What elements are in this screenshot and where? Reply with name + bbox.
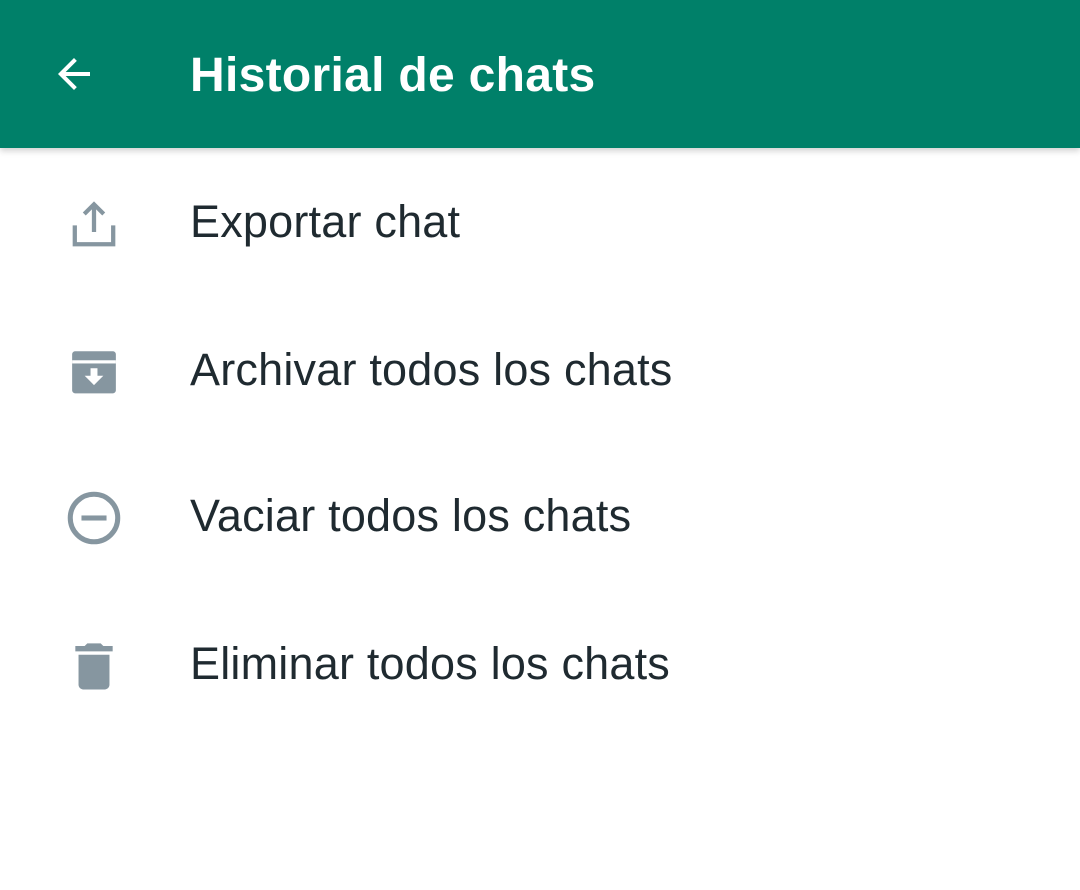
minus-circle-icon xyxy=(62,486,126,550)
menu-item-label: Exportar chat xyxy=(190,196,461,247)
archive-box-icon xyxy=(62,340,126,404)
export-chat-item[interactable]: Exportar chat xyxy=(0,148,1080,294)
menu-item-label: Archivar todos los chats xyxy=(190,344,673,395)
page-title: Historial de chats xyxy=(190,49,596,102)
chat-history-screen: Historial de chats Exportar chat Archiva… xyxy=(0,0,1080,890)
share-upload-icon xyxy=(62,192,126,256)
delete-all-chats-item[interactable]: Eliminar todos los chats xyxy=(0,590,1080,736)
trash-icon xyxy=(62,634,126,698)
menu-item-label: Vaciar todos los chats xyxy=(190,490,632,541)
clear-all-chats-item[interactable]: Vaciar todos los chats xyxy=(0,442,1080,588)
arrow-left-icon xyxy=(58,58,90,90)
back-button[interactable] xyxy=(34,34,114,114)
archive-all-chats-item[interactable]: Archivar todos los chats xyxy=(0,296,1080,442)
menu-item-label: Eliminar todos los chats xyxy=(190,638,671,689)
app-bar: Historial de chats xyxy=(0,0,1080,148)
